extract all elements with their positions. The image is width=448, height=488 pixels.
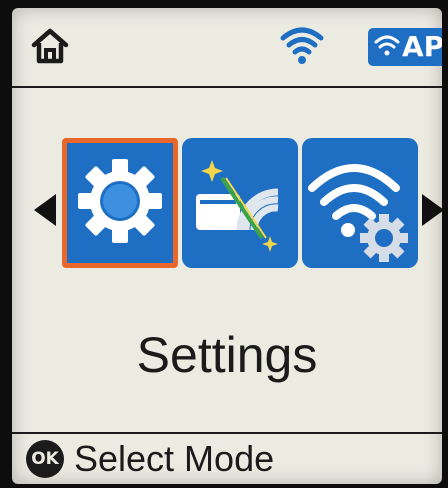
footer-hint-label: Select Mode [74, 438, 275, 479]
wifi-direct-setup-icon [196, 160, 279, 252]
gear-icon [78, 159, 162, 243]
access-point-badge: AP [368, 28, 442, 66]
home-icon[interactable] [30, 26, 70, 66]
wifi-ap-icon [374, 35, 400, 56]
ok-button-icon[interactable]: OK [26, 440, 64, 478]
lcd-screen: AP Settings OK Select Mode [12, 8, 442, 484]
wifi-signal-icon [280, 24, 324, 66]
status-bar: AP [12, 8, 442, 86]
scroll-right-arrow-icon[interactable] [422, 194, 442, 226]
wifi-settings-icon [308, 164, 408, 262]
ap-badge-label: AP [402, 30, 442, 63]
mode-tile-settings[interactable] [62, 138, 178, 268]
mode-tile-wifi-direct-setup[interactable] [182, 138, 298, 268]
mode-tile-wifi-settings[interactable] [302, 138, 418, 268]
footer-hint: OK Select Mode [12, 434, 442, 484]
selected-mode-label: Settings [136, 327, 318, 383]
status-divider [12, 86, 442, 88]
scroll-left-arrow-icon[interactable] [34, 194, 56, 226]
